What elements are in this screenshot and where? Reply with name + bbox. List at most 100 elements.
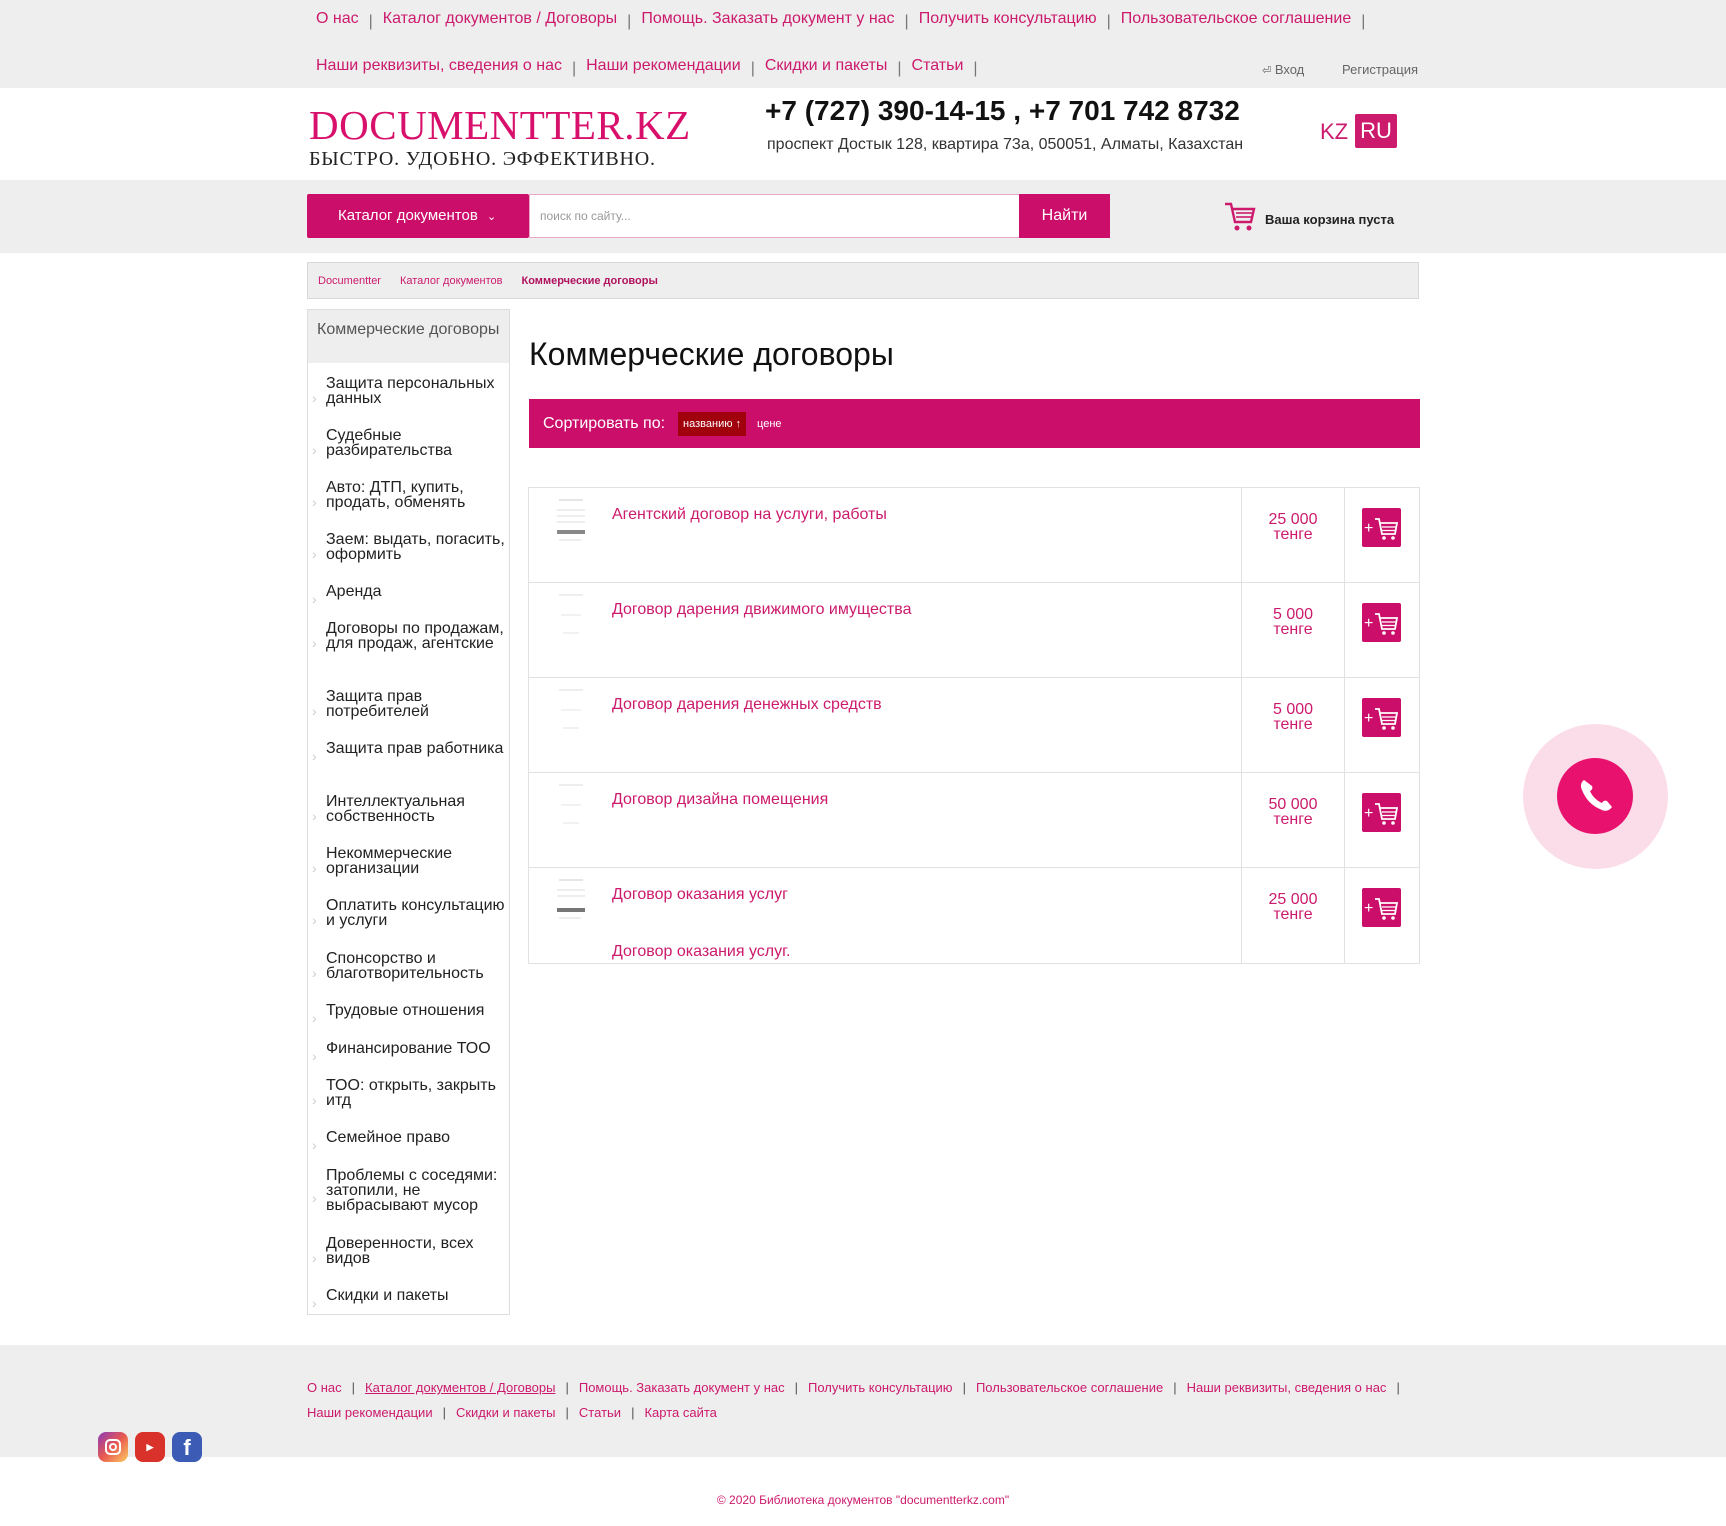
breadcrumb-home[interactable]: Documentter bbox=[318, 275, 381, 287]
sidebar-item[interactable]: Защита прав работника bbox=[312, 741, 512, 764]
top-nav-consult[interactable]: Получить консультацию bbox=[919, 10, 1097, 28]
sidebar-item[interactable]: Интеллектуальная собственность bbox=[312, 794, 512, 825]
price-currency: тенге bbox=[1273, 906, 1313, 923]
footer-link-recommendations[interactable]: Наши рекомендации bbox=[307, 1405, 433, 1420]
product-title[interactable]: Договор дизайна помещения bbox=[612, 791, 828, 809]
separator: | bbox=[1396, 1380, 1400, 1395]
sidebar-item[interactable]: Проблемы с соседями: затопили, не выбрас… bbox=[312, 1168, 512, 1214]
logo[interactable]: DOCUMENTTER.KZ bbox=[309, 101, 691, 149]
sidebar-item[interactable]: Трудовые отношения bbox=[312, 1003, 512, 1026]
product-price: 5 000 тенге bbox=[1241, 678, 1345, 773]
document-thumbnail[interactable] bbox=[555, 492, 587, 547]
footer-link-sitemap[interactable]: Карта сайта bbox=[644, 1405, 716, 1420]
price-value: 5 000 bbox=[1272, 606, 1314, 623]
product-price: 5 000 тенге bbox=[1241, 583, 1345, 678]
product-title[interactable]: Агентский договор на услуги, работы bbox=[612, 506, 887, 524]
document-thumbnail[interactable] bbox=[555, 777, 587, 832]
footer-link-about[interactable]: О нас bbox=[307, 1380, 342, 1395]
search-button[interactable]: Найти bbox=[1019, 194, 1110, 238]
footer-link-consult[interactable]: Получить консультацию bbox=[808, 1380, 953, 1395]
document-thumbnail[interactable] bbox=[555, 872, 587, 927]
cart-icon[interactable] bbox=[1223, 199, 1257, 238]
address: проспект Достык 128, квартира 73а, 05005… bbox=[767, 136, 1244, 153]
document-thumbnail[interactable] bbox=[555, 587, 587, 642]
breadcrumb: Documentter Каталог документов Коммерчес… bbox=[307, 262, 1419, 299]
svg-text:+: + bbox=[1364, 900, 1373, 917]
lang-kz-button[interactable]: KZ bbox=[1320, 119, 1348, 145]
cart-status[interactable]: Ваша корзина пуста bbox=[1265, 212, 1394, 227]
document-thumbnail[interactable] bbox=[555, 682, 587, 737]
price-value: 5 000 bbox=[1272, 701, 1314, 718]
sidebar-item[interactable]: Доверенности, всех видов bbox=[312, 1236, 512, 1267]
price-value: 50 000 bbox=[1268, 796, 1318, 813]
footer-link-discounts[interactable]: Скидки и пакеты bbox=[456, 1405, 556, 1420]
add-to-cart-icon[interactable]: + bbox=[1362, 793, 1401, 832]
product-price: 25 000 тенге bbox=[1241, 868, 1345, 963]
sort-by-name-button[interactable]: названию ↑ bbox=[678, 411, 747, 436]
separator: | bbox=[794, 1380, 799, 1395]
add-to-cart-icon[interactable]: + bbox=[1362, 698, 1401, 737]
add-to-cart-icon[interactable]: + bbox=[1362, 888, 1401, 927]
separator: | bbox=[627, 13, 632, 30]
search-input[interactable]: поиск по сайту... bbox=[529, 194, 1020, 238]
login-label: Вход bbox=[1274, 62, 1305, 77]
top-nav-discounts[interactable]: Скидки и пакеты bbox=[765, 57, 888, 75]
sidebar-item[interactable]: Защита прав потребителей bbox=[312, 689, 512, 720]
sidebar-item[interactable]: ТОО: открыть, закрыть итд bbox=[312, 1078, 512, 1109]
login-icon: ⏎ bbox=[1262, 65, 1272, 77]
catalog-dropdown-button[interactable]: Каталог документов ⌄ bbox=[307, 194, 529, 238]
add-to-cart-icon[interactable]: + bbox=[1362, 603, 1401, 642]
sidebar-item[interactable]: Финансирование ТОО bbox=[312, 1041, 512, 1064]
product-row: Договор дизайна помещения 50 000 тенге + bbox=[529, 773, 1419, 868]
phone-icon[interactable] bbox=[1557, 758, 1633, 834]
footer-link-articles[interactable]: Статьи bbox=[579, 1405, 621, 1420]
sidebar-item[interactable]: Аренда bbox=[312, 584, 512, 607]
top-nav-catalog[interactable]: Каталог документов / Договоры bbox=[383, 10, 617, 28]
lang-ru-button[interactable]: RU bbox=[1355, 114, 1397, 148]
svg-text:+: + bbox=[1364, 520, 1373, 537]
facebook-icon[interactable]: f bbox=[172, 1432, 202, 1462]
sidebar-item[interactable]: Семейное право bbox=[312, 1130, 512, 1153]
top-nav-requisites[interactable]: Наши реквизиты, сведения о нас bbox=[316, 57, 562, 75]
svg-text:+: + bbox=[1364, 615, 1373, 632]
product-list: Агентский договор на услуги, работы 25 0… bbox=[528, 487, 1420, 964]
price-value: 25 000 bbox=[1268, 511, 1318, 528]
sidebar-heading[interactable]: Коммерческие договоры bbox=[308, 310, 509, 363]
top-nav-about[interactable]: О нас bbox=[316, 10, 359, 28]
sidebar-item[interactable]: Авто: ДТП, купить, продать, обменять bbox=[312, 480, 512, 511]
separator: | bbox=[1173, 1380, 1177, 1395]
sort-by-price-button[interactable]: цене bbox=[757, 418, 782, 430]
sidebar-item[interactable]: Заем: выдать, погасить, оформить bbox=[312, 532, 512, 563]
add-to-cart-icon[interactable]: + bbox=[1362, 508, 1401, 547]
sidebar-item[interactable]: Судебные разбирательства bbox=[312, 428, 512, 459]
register-link[interactable]: Регистрация bbox=[1342, 62, 1418, 77]
footer-link-catalog[interactable]: Каталог документов / Договоры bbox=[365, 1380, 555, 1395]
top-nav-articles[interactable]: Статьи bbox=[912, 57, 964, 75]
sidebar-item[interactable]: Защита персональных данных bbox=[312, 376, 512, 407]
separator: | bbox=[750, 60, 755, 77]
sidebar-item[interactable]: Некоммерческие организации bbox=[312, 846, 512, 877]
footer-link-help[interactable]: Помощь. Заказать документ у нас bbox=[579, 1380, 785, 1395]
separator: | bbox=[565, 1405, 569, 1420]
footer-link-requisites[interactable]: Наши реквизиты, сведения о нас bbox=[1187, 1380, 1387, 1395]
slogan: БЫСТРО. УДОБНО. ЭФФЕКТИВНО. bbox=[309, 148, 656, 170]
breadcrumb-catalog[interactable]: Каталог документов bbox=[400, 275, 503, 287]
instagram-icon[interactable] bbox=[98, 1432, 128, 1462]
separator: | bbox=[897, 60, 902, 77]
footer-link-agreement[interactable]: Пользовательское соглашение bbox=[976, 1380, 1163, 1395]
sidebar-item[interactable]: Оплатить консультацию и услуги bbox=[312, 898, 512, 929]
separator: | bbox=[631, 1405, 635, 1420]
product-title[interactable]: Договор дарения денежных средств bbox=[612, 696, 882, 714]
top-nav-help[interactable]: Помощь. Заказать документ у нас bbox=[641, 10, 894, 28]
product-title[interactable]: Договор дарения движимого имущества bbox=[612, 601, 911, 619]
separator: | bbox=[1106, 13, 1111, 30]
login-link[interactable]: ⏎ Вход bbox=[1262, 62, 1304, 77]
sidebar-item[interactable]: Договоры по продажам, для продаж, агентс… bbox=[312, 621, 512, 652]
top-nav-agreement[interactable]: Пользовательское соглашение bbox=[1121, 10, 1351, 28]
product-title[interactable]: Договор оказания услуг bbox=[612, 886, 788, 904]
top-nav-recommendations[interactable]: Наши рекомендации bbox=[586, 57, 741, 75]
sidebar-item[interactable]: Скидки и пакеты bbox=[312, 1288, 512, 1311]
product-description[interactable]: Договор оказания услуг. bbox=[612, 943, 790, 961]
sidebar-item[interactable]: Спонсорство и благотворительность bbox=[312, 951, 512, 982]
youtube-icon[interactable]: ▶ bbox=[135, 1432, 165, 1462]
